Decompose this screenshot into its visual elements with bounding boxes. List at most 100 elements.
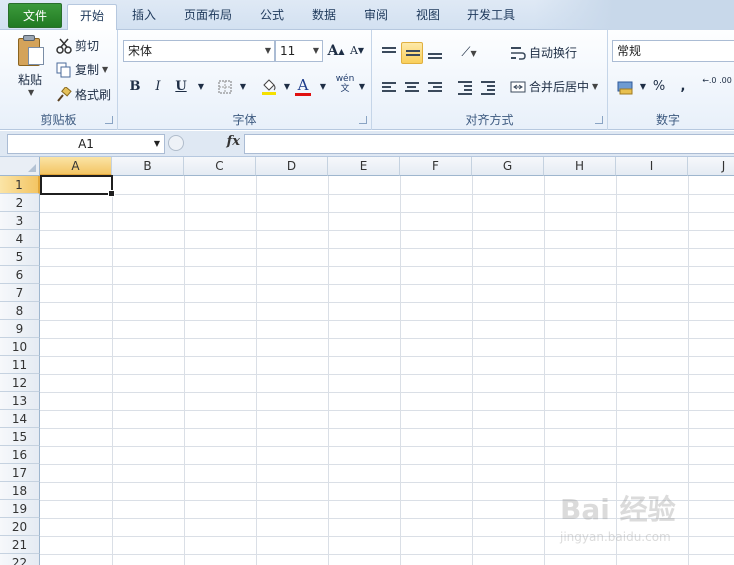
tab-file[interactable]: 文件 — [8, 3, 62, 28]
grid-row-line — [40, 338, 734, 339]
copy-dropdown-icon[interactable]: ▼ — [102, 65, 108, 74]
cut-button[interactable]: 剪切 — [56, 37, 99, 54]
column-header-d[interactable]: D — [256, 157, 328, 176]
column-header-j[interactable]: J — [688, 157, 734, 176]
formula-input[interactable] — [244, 134, 734, 154]
name-box[interactable]: A1 ▼ — [7, 134, 165, 154]
row-header-20[interactable]: 20 — [0, 518, 40, 536]
tab-insert[interactable]: 插入 — [122, 4, 166, 30]
decrease-indent-button[interactable] — [454, 76, 476, 98]
row-header-21[interactable]: 21 — [0, 536, 40, 554]
row-header-2[interactable]: 2 — [0, 194, 40, 212]
select-all-button[interactable] — [0, 157, 40, 176]
row-header-10[interactable]: 10 — [0, 338, 40, 356]
row-header-15[interactable]: 15 — [0, 428, 40, 446]
spreadsheet-grid[interactable]: ABCDEFGHIJ 1 2 3 4 5 6 7 8 9 10 11 12 13 14 15 16 17 18 19… — [0, 157, 734, 565]
borders-dropdown-icon[interactable]: ▼ — [232, 76, 254, 98]
row-header-3[interactable]: 3 — [0, 212, 40, 230]
column-header-c[interactable]: C — [184, 157, 256, 176]
active-cell-a1[interactable] — [40, 175, 115, 197]
bold-button[interactable]: B — [124, 76, 146, 98]
italic-button[interactable]: I — [147, 76, 169, 98]
insert-function-button[interactable]: fx — [227, 134, 240, 149]
grid-row-line — [40, 446, 734, 447]
comma-style-button[interactable]: , — [672, 76, 694, 98]
tab-formulas[interactable]: 公式 — [250, 4, 294, 30]
column-header-g[interactable]: G — [472, 157, 544, 176]
phonetic-guide-label: wén 文 — [335, 74, 355, 94]
tab-review[interactable]: 审阅 — [354, 4, 398, 30]
paste-dropdown[interactable]: ▼ — [28, 88, 34, 97]
alignment-launcher-icon[interactable] — [595, 116, 603, 124]
percent-button[interactable]: % — [648, 76, 670, 98]
format-painter-button[interactable]: 格式刷 — [56, 85, 111, 103]
align-left-button[interactable] — [378, 76, 400, 98]
row-header-22[interactable]: 22 — [0, 554, 40, 565]
row-header-4[interactable]: 4 — [0, 230, 40, 248]
tab-developer[interactable]: 开发工具 — [460, 4, 522, 30]
row-header-14[interactable]: 14 — [0, 410, 40, 428]
grid-column-line — [472, 176, 473, 565]
phonetic-dropdown-icon[interactable]: ▼ — [356, 76, 368, 98]
font-color-dropdown-icon[interactable]: ▼ — [312, 76, 334, 98]
increase-indent-button[interactable] — [477, 76, 499, 98]
copy-button[interactable]: 复制 ▼ — [56, 61, 108, 78]
column-header-i[interactable]: I — [616, 157, 688, 176]
align-center-button[interactable] — [401, 76, 423, 98]
wrap-text-button[interactable]: 自动换行 — [510, 44, 577, 61]
column-header-b[interactable]: B — [112, 157, 184, 176]
tab-home[interactable]: 开始 — [67, 4, 117, 31]
grid-row-line — [40, 392, 734, 393]
phonetic-guide-button[interactable]: wén 文 — [333, 74, 357, 96]
paste-icon[interactable] — [18, 35, 46, 67]
merge-dropdown-icon[interactable]: ▼ — [592, 82, 598, 91]
paste-button[interactable]: 粘贴 — [18, 71, 42, 88]
row-header-16[interactable]: 16 — [0, 446, 40, 464]
row-header-18[interactable]: 18 — [0, 482, 40, 500]
grid-row-line — [40, 500, 734, 501]
align-middle-button[interactable] — [401, 42, 423, 64]
expand-handle-icon[interactable] — [168, 135, 184, 151]
font-name-select[interactable]: 宋体 ▼ — [123, 40, 275, 62]
row-header-11[interactable]: 11 — [0, 356, 40, 374]
tab-page-layout[interactable]: 页面布局 — [178, 4, 238, 30]
row-header-12[interactable]: 12 — [0, 374, 40, 392]
border-icon — [217, 79, 233, 95]
align-right-button[interactable] — [424, 76, 446, 98]
grid-row-line — [40, 266, 734, 267]
font-launcher-icon[interactable] — [359, 116, 367, 124]
column-header-h[interactable]: H — [544, 157, 616, 176]
column-header-f[interactable]: F — [400, 157, 472, 176]
merge-center-button[interactable]: 合并后居中 ▼ — [510, 78, 598, 95]
underline-dropdown-icon[interactable]: ▼ — [190, 76, 212, 98]
orientation-button[interactable]: ⟋▼ — [458, 42, 480, 64]
font-name-value: 宋体 — [128, 44, 153, 58]
row-header-13[interactable]: 13 — [0, 392, 40, 410]
column-header-a[interactable]: A — [40, 157, 112, 176]
number-format-select[interactable]: 常规 — [612, 40, 734, 62]
row-header-19[interactable]: 19 — [0, 500, 40, 518]
row-header-7[interactable]: 7 — [0, 284, 40, 302]
shrink-font-button[interactable]: A▼ — [346, 40, 368, 62]
font-size-select[interactable]: 11 ▼ — [275, 40, 323, 62]
align-bottom-button[interactable] — [424, 42, 446, 64]
clipboard-launcher-icon[interactable] — [105, 116, 113, 124]
grid-row-line — [40, 320, 734, 321]
increase-indent-icon — [481, 81, 495, 95]
row-header-9[interactable]: 9 — [0, 320, 40, 338]
font-group-label: 字体 — [232, 113, 257, 127]
align-top-button[interactable] — [378, 42, 400, 64]
row-header-6[interactable]: 6 — [0, 266, 40, 284]
row-header-5[interactable]: 5 — [0, 248, 40, 266]
row-header-8[interactable]: 8 — [0, 302, 40, 320]
underline-button[interactable]: U — [170, 76, 192, 98]
grow-font-button[interactable]: A▲ — [325, 40, 347, 62]
row-header-17[interactable]: 17 — [0, 464, 40, 482]
font-color-button[interactable]: A — [292, 74, 314, 96]
row-header-1[interactable]: 1 — [0, 176, 40, 194]
increase-decimal-button[interactable]: ←.0 .00 — [702, 76, 732, 98]
tab-view[interactable]: 视图 — [406, 4, 450, 30]
tab-data[interactable]: 数据 — [302, 4, 346, 30]
column-header-e[interactable]: E — [328, 157, 400, 176]
grid-column-line — [400, 176, 401, 565]
